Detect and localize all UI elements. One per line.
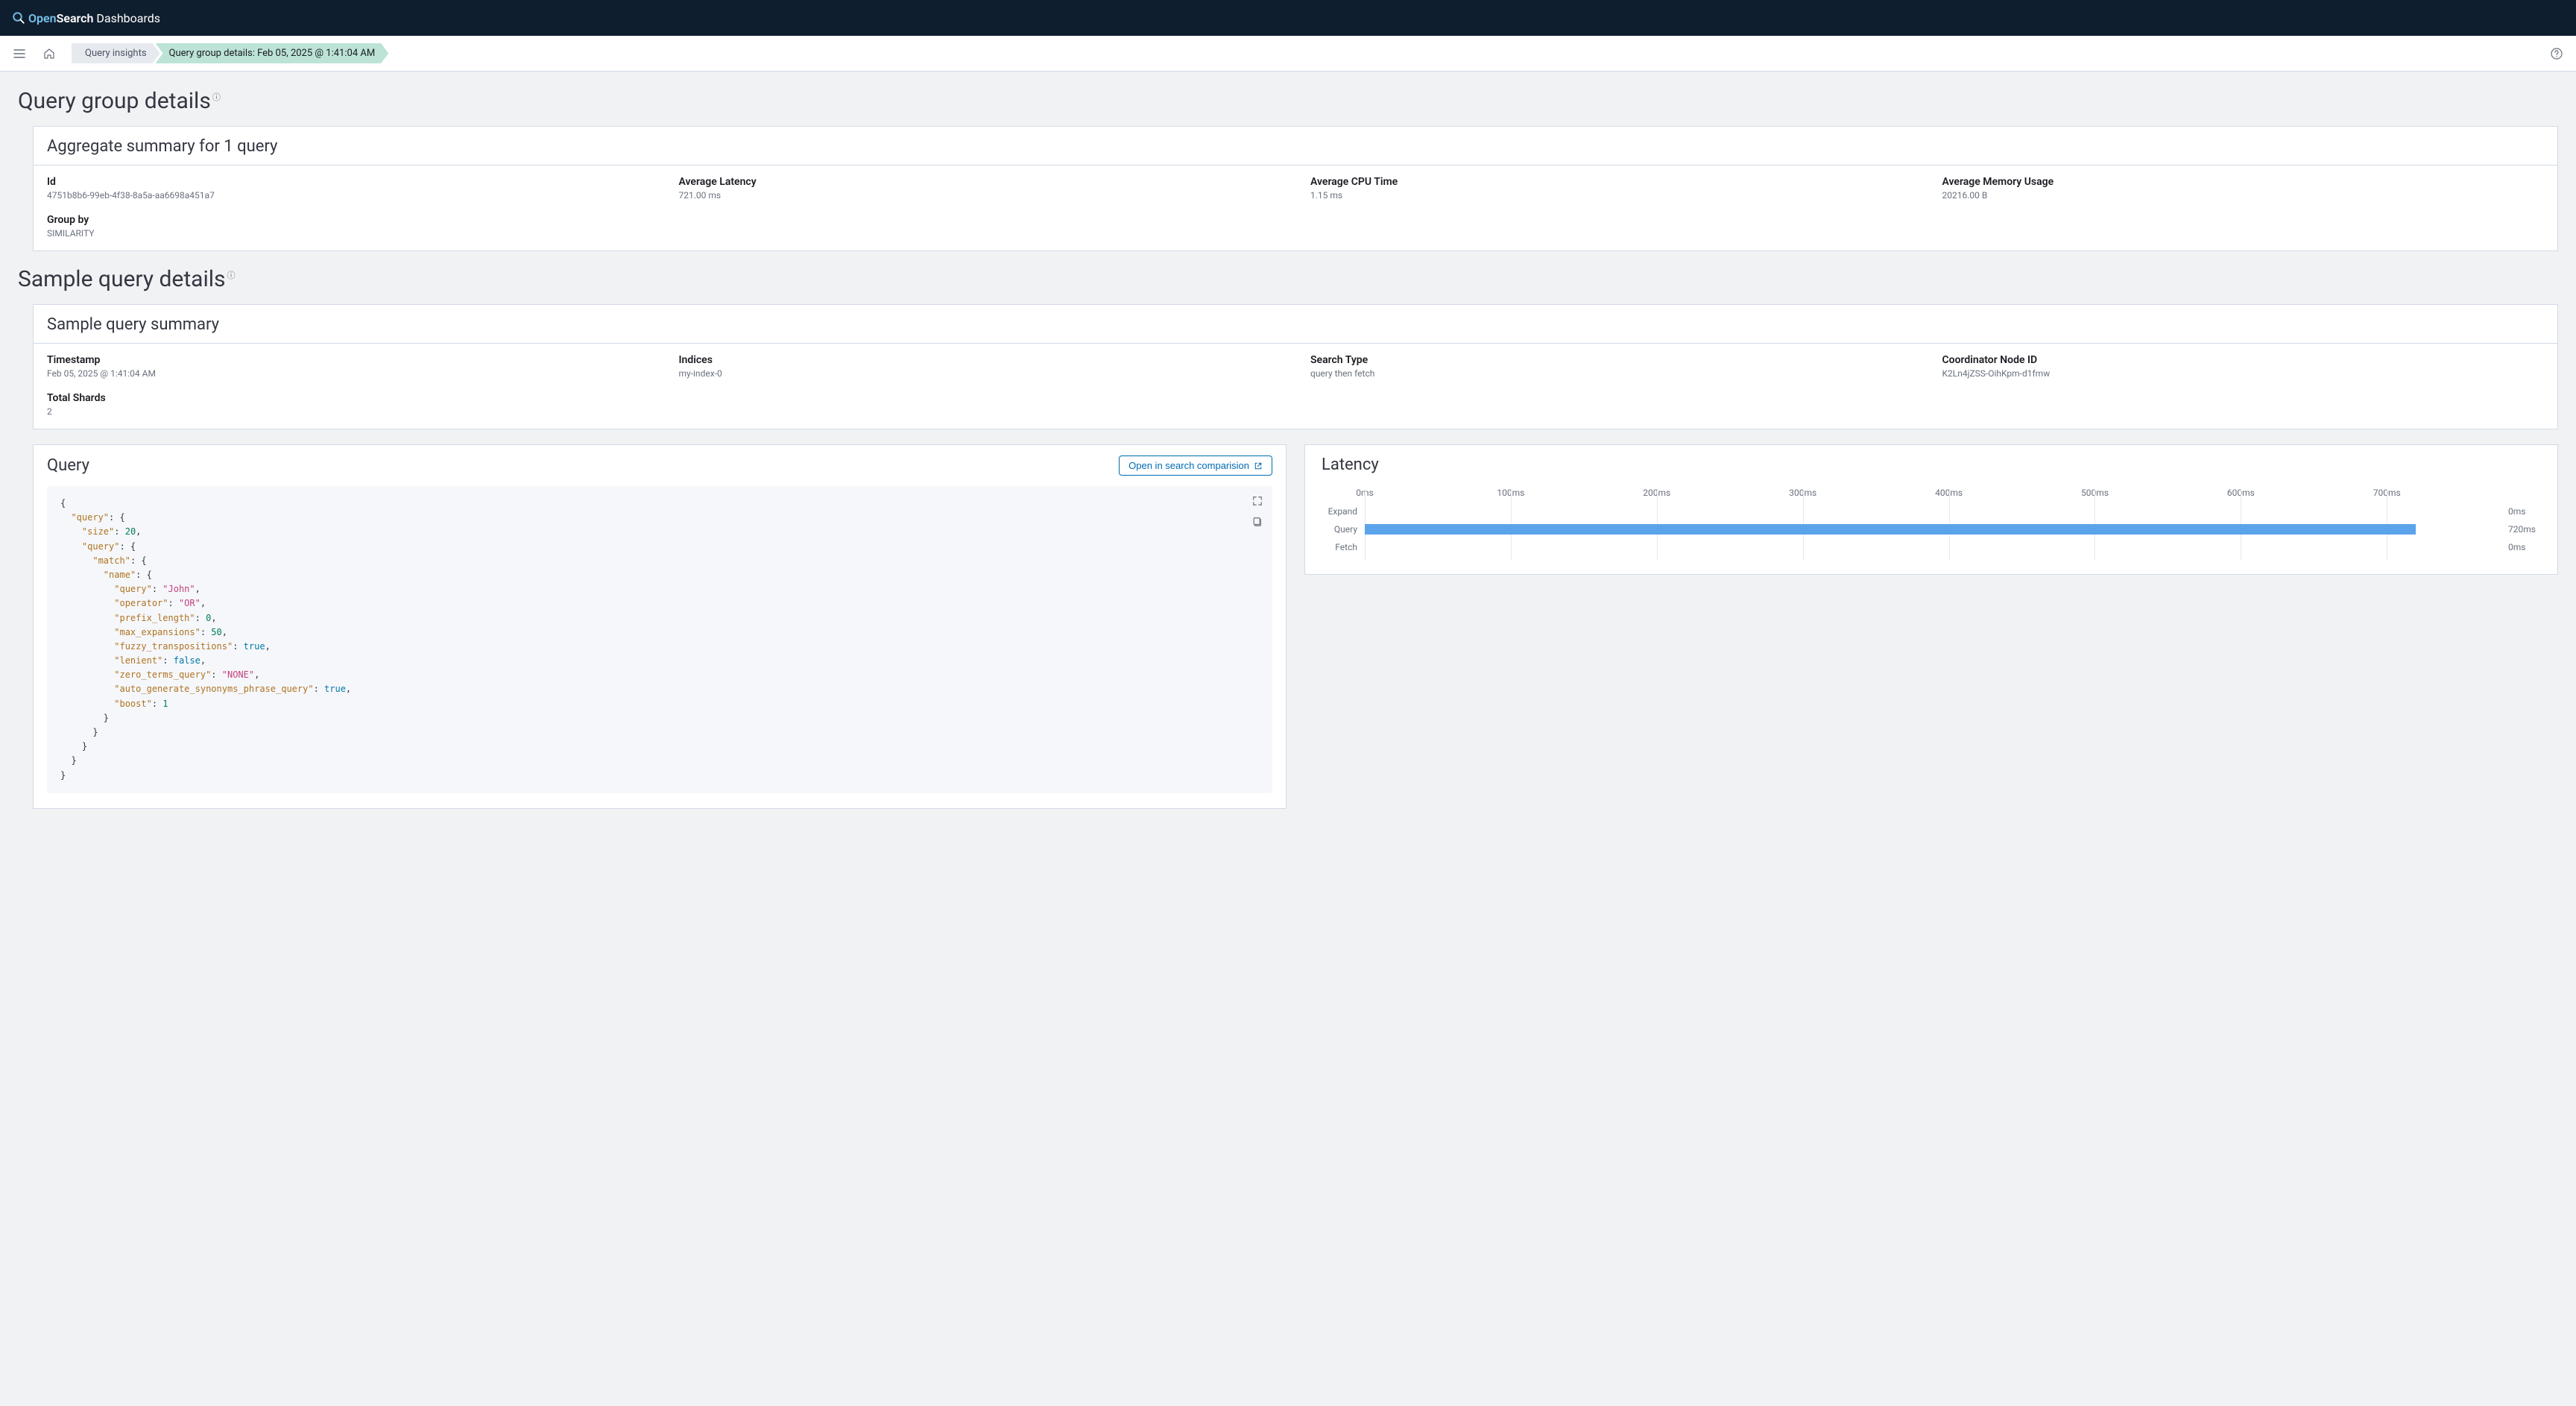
stat-avg-memory: Average Memory Usage 20216.00 B (1942, 176, 2545, 201)
stat-value: 1.15 ms (1310, 190, 1913, 201)
row-value: 720ms (2504, 524, 2541, 535)
open-in-search-comparison-button[interactable]: Open in search comparision (1119, 455, 1272, 476)
query-panel: Query Open in search comparision (33, 444, 1287, 809)
app-title: OpenSearch Dashboards (28, 11, 160, 25)
stat-value: query then fetch (1310, 368, 1913, 379)
bar-area (1365, 504, 2504, 519)
breadcrumb-query-insights[interactable]: Query insights (72, 43, 160, 63)
breadcrumbs: Query insights Query group details: Feb … (72, 43, 388, 63)
query-json-text: { "query": { "size": 20, "query": { "mat… (60, 496, 1259, 783)
stat-label: Average Latency (679, 176, 1281, 188)
stat-avg-cpu: Average CPU Time 1.15 ms (1310, 176, 1913, 201)
stat-timestamp: Timestamp Feb 05, 2025 @ 1:41:04 AM (47, 354, 649, 379)
stat-coordinator-node: Coordinator Node ID K2Ln4jZSS-OihKpm-d1f… (1942, 354, 2545, 379)
sub-header: Query insights Query group details: Feb … (0, 36, 2576, 72)
stat-label: Search Type (1310, 354, 1913, 366)
row-value: 0ms (2504, 506, 2541, 517)
breadcrumb-current: Query group details: Feb 05, 2025 @ 1:41… (156, 43, 389, 63)
stat-search-type: Search Type query then fetch (1310, 354, 1913, 379)
query-code-block: { "query": { "size": 20, "query": { "mat… (47, 486, 1272, 793)
stat-label: Average CPU Time (1310, 176, 1913, 188)
app-logo[interactable]: OpenSearch Dashboards (12, 11, 160, 25)
menu-toggle-button[interactable] (7, 42, 31, 66)
bar-area (1365, 522, 2504, 537)
row-label: Query (1322, 524, 1365, 535)
stat-value: 4751b8b6-99eb-4f38-8a5a-aa6698a451a7 (47, 190, 649, 201)
info-icon[interactable]: ⓘ (227, 269, 236, 281)
stat-value: K2Ln4jZSS-OihKpm-d1fmw (1942, 368, 2545, 379)
stat-total-shards: Total Shards 2 (47, 392, 646, 417)
stat-label: Coordinator Node ID (1942, 354, 2545, 366)
stat-value: my-index-0 (679, 368, 1281, 379)
row-label: Expand (1322, 506, 1365, 517)
stat-group-by: Group by SIMILARITY (47, 214, 646, 239)
query-panel-title: Query (47, 456, 89, 475)
app-header: OpenSearch Dashboards (0, 0, 2576, 36)
aggregate-summary-panel: Aggregate summary for 1 query Id 4751b8b… (33, 126, 2558, 251)
bar-query (1365, 524, 2416, 535)
latency-panel-title: Latency (1322, 455, 2541, 474)
latency-panel: Latency 0ms100ms200ms300ms400ms500ms600m… (1304, 444, 2558, 575)
stat-value: 20216.00 B (1942, 190, 2545, 201)
fullscreen-button[interactable] (1248, 492, 1266, 510)
home-button[interactable] (37, 42, 61, 66)
bar-area (1365, 540, 2504, 555)
external-link-icon (1254, 461, 1263, 470)
opensearch-logo-icon (12, 11, 25, 25)
latency-row-expand: Expand 0ms (1322, 502, 2541, 520)
stat-value: Feb 05, 2025 @ 1:41:04 AM (47, 368, 649, 379)
row-label: Fetch (1322, 542, 1365, 552)
stat-label: Group by (47, 214, 646, 226)
copy-button[interactable] (1248, 513, 1266, 531)
aggregate-panel-title: Aggregate summary for 1 query (34, 127, 2557, 165)
stat-avg-latency: Average Latency 721.00 ms (679, 176, 1281, 201)
page-title-query-group-details: Query group detailsⓘ (18, 88, 2558, 114)
page-title-sample-query-details: Sample query detailsⓘ (18, 266, 2558, 292)
stat-value: 2 (47, 406, 646, 417)
stat-label: Total Shards (47, 392, 646, 404)
latency-row-query: Query 720ms (1322, 520, 2541, 538)
latency-row-fetch: Fetch 0ms (1322, 538, 2541, 556)
row-value: 0ms (2504, 542, 2541, 552)
stat-value: 721.00 ms (679, 190, 1281, 201)
info-icon[interactable]: ⓘ (212, 91, 221, 103)
stat-value: SIMILARITY (47, 228, 646, 239)
stat-label: Id (47, 176, 649, 188)
sample-query-summary-panel: Sample query summary Timestamp Feb 05, 2… (33, 304, 2558, 429)
x-axis-ticks: 0ms100ms200ms300ms400ms500ms600ms700ms (1365, 488, 2504, 502)
stat-label: Average Memory Usage (1942, 176, 2545, 188)
sample-panel-title: Sample query summary (34, 305, 2557, 344)
help-button[interactable] (2545, 42, 2569, 66)
stat-id: Id 4751b8b6-99eb-4f38-8a5a-aa6698a451a7 (47, 176, 649, 201)
stat-indices: Indices my-index-0 (679, 354, 1281, 379)
latency-chart: 0ms100ms200ms300ms400ms500ms600ms700ms E… (1322, 488, 2541, 556)
stat-label: Timestamp (47, 354, 649, 366)
stat-label: Indices (679, 354, 1281, 366)
